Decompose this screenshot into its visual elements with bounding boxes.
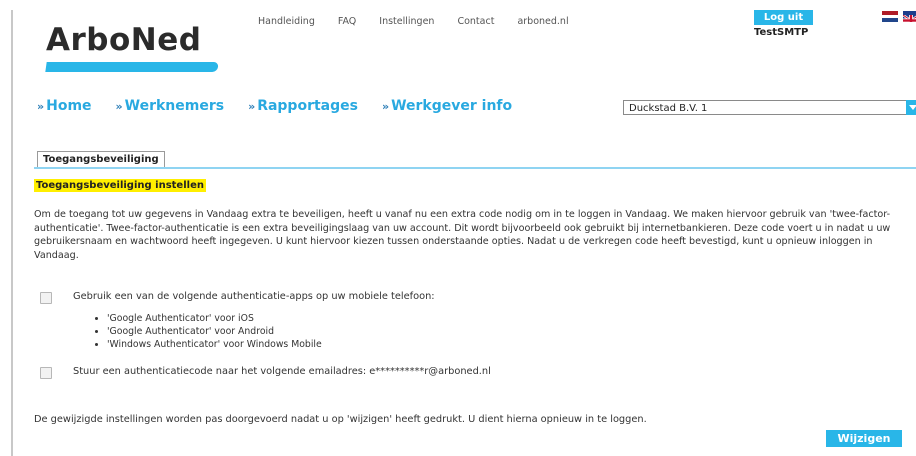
nav-arrow-icon: » — [37, 100, 45, 113]
tab-underline — [34, 167, 916, 169]
nav-werknemers[interactable]: » Werknemers — [116, 98, 225, 114]
username: TestSMTP — [754, 27, 809, 38]
section-heading: Toegangsbeveiliging instellen — [34, 179, 206, 192]
nav-home-label: Home — [46, 98, 92, 114]
app-list: 'Google Authenticator' voor iOS 'Google … — [91, 312, 322, 351]
list-item: 'Google Authenticator' voor iOS — [107, 312, 322, 325]
top-links: Handleiding FAQ Instellingen Contact arb… — [258, 16, 592, 27]
english-flag-icon[interactable] — [903, 11, 916, 22]
nav-rapportages[interactable]: » Rapportages — [248, 98, 358, 114]
footer-note: De gewijzigde instellingen worden pas do… — [34, 414, 647, 425]
logo-underline — [45, 62, 219, 72]
arboned-logo[interactable]: ArboNed — [45, 22, 219, 76]
save-button[interactable]: Wijzigen — [826, 430, 902, 447]
logo-text: ArboNed — [46, 22, 202, 58]
nav-rapportages-label: Rapportages — [257, 98, 358, 114]
logout-button[interactable]: Log uit — [754, 10, 813, 25]
nav-werknemers-label: Werknemers — [124, 98, 225, 114]
list-item: 'Windows Authenticator' voor Windows Mob… — [107, 338, 322, 351]
nav-arrow-icon: » — [248, 100, 256, 113]
chevron-down-icon[interactable] — [906, 100, 916, 115]
dutch-flag-icon[interactable] — [882, 11, 898, 22]
company-select[interactable]: Duckstad B.V. 1 — [623, 100, 916, 115]
list-item: 'Google Authenticator' voor Android — [107, 325, 322, 338]
nav-home[interactable]: » Home — [37, 98, 92, 114]
left-border — [11, 10, 13, 456]
link-contact[interactable]: Contact — [457, 16, 494, 27]
intro-text: Om de toegang tot uw gegevens in Vandaag… — [34, 209, 891, 261]
main-navigation: » Home » Werknemers » Rapportages » Werkgeve… — [37, 98, 536, 114]
app-option-label: Gebruik een van de volgende authenticati… — [73, 291, 435, 302]
nav-werkgever-info-label: Werkgever info — [391, 98, 513, 114]
link-handleiding[interactable]: Handleiding — [258, 16, 315, 27]
nav-arrow-icon: » — [381, 100, 390, 113]
nav-werkgever-info[interactable]: » Werkgever info — [382, 98, 512, 114]
app-option-checkbox[interactable] — [40, 292, 52, 304]
tab-toegangsbeveiliging[interactable]: Toegangsbeveiliging — [37, 151, 165, 168]
link-faq[interactable]: FAQ — [338, 16, 356, 27]
link-arboned[interactable]: arboned.nl — [517, 16, 568, 27]
link-instellingen[interactable]: Instellingen — [379, 16, 434, 27]
nav-arrow-icon: » — [115, 100, 123, 113]
email-option-checkbox[interactable] — [40, 367, 52, 379]
email-option-label: Stuur een authenticatiecode naar het vol… — [73, 366, 491, 377]
